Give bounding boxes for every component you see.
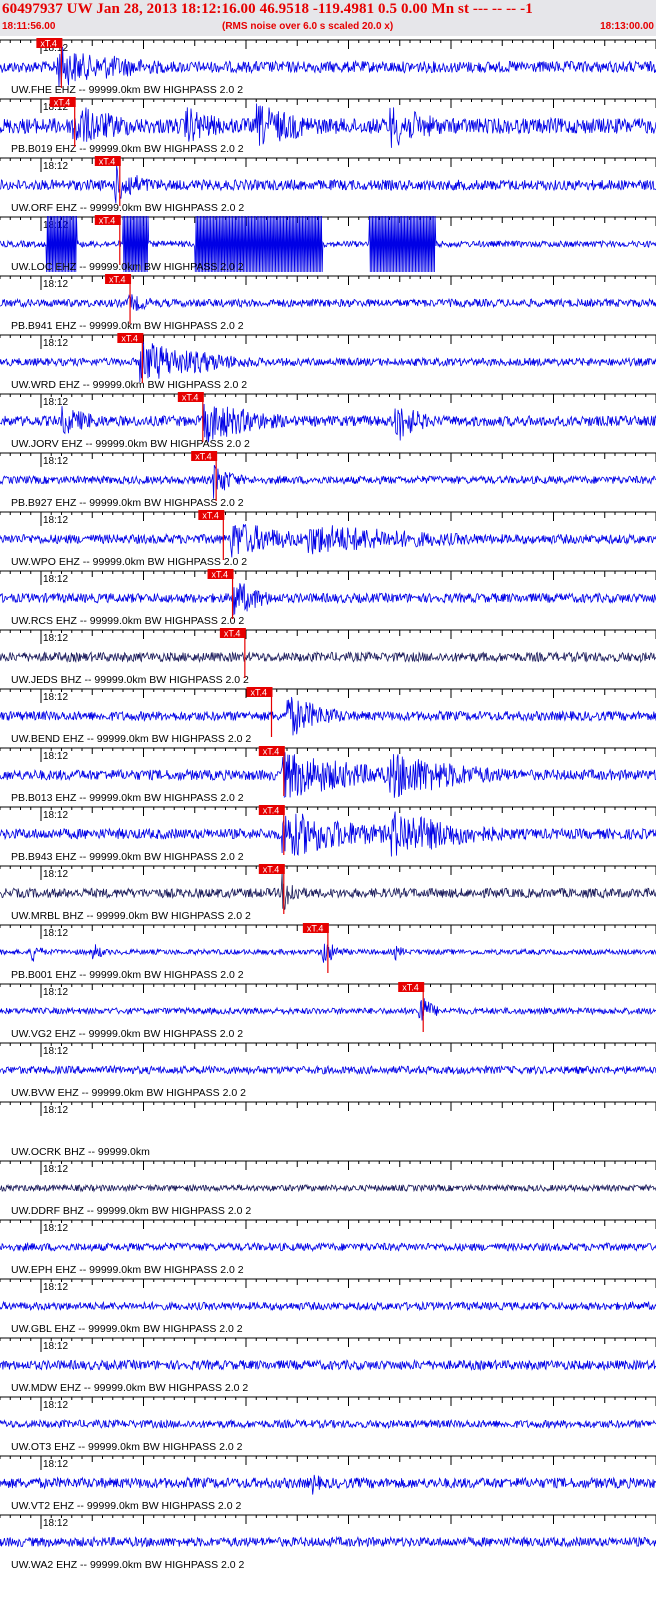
pick-label: xT.4 bbox=[251, 688, 268, 698]
station-label: UW.EPH EHZ -- 99999.0km BW HIGHPASS 2.0 … bbox=[11, 1264, 244, 1276]
minute-label: 18:12 bbox=[43, 869, 68, 880]
minute-label: 18:12 bbox=[43, 1518, 68, 1529]
pick-label: xT.4 bbox=[307, 924, 324, 934]
pick-label: xT.4 bbox=[195, 452, 212, 462]
minute-label: 18:12 bbox=[43, 1400, 68, 1411]
station-label: PB.B013 EHZ -- 99999.0km BW HIGHPASS 2.0… bbox=[11, 792, 244, 804]
station-label: PB.B941 EHZ -- 99999.0km BW HIGHPASS 2.0… bbox=[11, 320, 244, 332]
pick-label: xT.4 bbox=[40, 39, 57, 49]
waveform-trace bbox=[0, 341, 656, 383]
station-label: UW.WRD EHZ -- 99999.0km BW HIGHPASS 2.0 … bbox=[11, 379, 247, 391]
waveform-trace bbox=[0, 871, 656, 911]
waveform-trace bbox=[0, 998, 656, 1021]
minute-label: 18:12 bbox=[43, 1105, 68, 1116]
station-label: UW.WA2 EHZ -- 99999.0km BW HIGHPASS 2.0 … bbox=[11, 1559, 245, 1571]
minute-label: 18:12 bbox=[43, 279, 68, 290]
pick-label: xT.4 bbox=[54, 98, 71, 108]
minute-label: 18:12 bbox=[43, 574, 68, 585]
waveform-trace bbox=[0, 1474, 656, 1495]
pick-label: xT.4 bbox=[202, 511, 219, 521]
station-label: PB.B943 EHZ -- 99999.0km BW HIGHPASS 2.0… bbox=[11, 851, 244, 863]
station-label: UW.JEDS BHZ -- 99999.0km BW HIGHPASS 2.0… bbox=[11, 674, 249, 686]
minute-label: 18:12 bbox=[43, 751, 68, 762]
waveform-trace bbox=[0, 1358, 656, 1372]
waveform-trace bbox=[0, 524, 656, 558]
waveform-trace bbox=[0, 1183, 656, 1193]
waveform-trace bbox=[0, 752, 656, 798]
minute-label: 18:12 bbox=[43, 987, 68, 998]
seismogram-plot: 18:12 UW.FHE EHZ -- 99999.0km BW HIGHPASS… bbox=[0, 38, 656, 1571]
station-label: UW.VT2 EHZ -- 99999.0km BW HIGHPASS 2.0 … bbox=[11, 1500, 241, 1512]
minute-label: 18:12 bbox=[43, 928, 68, 939]
waveform-trace bbox=[0, 811, 656, 857]
waveform-trace bbox=[0, 103, 656, 148]
station-label: PB.B019 EHZ -- 99999.0km BW HIGHPASS 2.0… bbox=[11, 143, 244, 155]
pick-label: xT.4 bbox=[402, 983, 419, 993]
pick-label: xT.4 bbox=[263, 806, 280, 816]
waveform-trace bbox=[0, 46, 656, 88]
station-label: UW.ORF EHZ -- 99999.0km BW HIGHPASS 2.0 … bbox=[11, 202, 244, 214]
waveform-trace bbox=[0, 403, 656, 443]
waveform-trace bbox=[0, 1418, 656, 1430]
waveform-trace bbox=[0, 650, 656, 664]
station-label: UW.FHE EHZ -- 99999.0km BW HIGHPASS 2.0 … bbox=[11, 84, 243, 96]
minute-label: 18:12 bbox=[43, 397, 68, 408]
waveform-trace bbox=[0, 165, 656, 204]
pick-label: xT.4 bbox=[212, 570, 229, 580]
station-label: UW.DDRF BHZ -- 99999.0km BW HIGHPASS 2.0… bbox=[11, 1205, 251, 1217]
pick-label: xT.4 bbox=[99, 216, 116, 226]
station-label: UW.JORV EHZ -- 99999.0km BW HIGHPASS 2.0… bbox=[11, 438, 250, 450]
waveform-trace bbox=[0, 696, 656, 736]
station-label: UW.RCS EHZ -- 99999.0km BW HIGHPASS 2.0 … bbox=[11, 615, 244, 627]
station-label: UW.BEND EHZ -- 99999.0km BW HIGHPASS 2.0… bbox=[11, 733, 251, 745]
station-label: UW.GBL EHZ -- 99999.0km BW HIGHPASS 2.0 … bbox=[11, 1323, 243, 1335]
minute-label: 18:12 bbox=[43, 161, 68, 172]
minute-label: 18:12 bbox=[43, 1341, 68, 1352]
minute-label: 18:12 bbox=[43, 338, 68, 349]
minute-label: 18:12 bbox=[43, 633, 68, 644]
waveform-trace bbox=[0, 1064, 656, 1076]
end-time: 18:13:00.00 bbox=[600, 21, 654, 32]
pick-label: xT.4 bbox=[263, 747, 280, 757]
station-label: UW.WPO EHZ -- 99999.0km BW HIGHPASS 2.0 … bbox=[11, 556, 247, 568]
station-label: PB.B001 EHZ -- 99999.0km BW HIGHPASS 2.0… bbox=[11, 969, 244, 981]
pick-label: xT.4 bbox=[121, 334, 138, 344]
station-label: UW.OT3 EHZ -- 99999.0km BW HIGHPASS 2.0 … bbox=[11, 1441, 243, 1453]
minute-label: 18:12 bbox=[43, 810, 68, 821]
station-label: PB.B927 EHZ -- 99999.0km BW HIGHPASS 2.0… bbox=[11, 497, 244, 509]
minute-label: 18:12 bbox=[43, 456, 68, 467]
pick-label: xT.4 bbox=[224, 629, 241, 639]
pick-label: xT.4 bbox=[263, 865, 280, 875]
station-label: UW.OCRK BHZ -- 99999.0km bbox=[11, 1146, 150, 1158]
start-time: 18:11:56.00 bbox=[2, 21, 56, 32]
waveform-trace bbox=[0, 1535, 656, 1549]
rms-note: (RMS noise over 6.0 s scaled 20.0 x) bbox=[222, 21, 394, 32]
pick-label: xT.4 bbox=[182, 393, 199, 403]
waveform-trace bbox=[0, 583, 656, 616]
station-label: UW.BVW EHZ -- 99999.0km BW HIGHPASS 2.0 … bbox=[11, 1087, 246, 1099]
minute-label: 18:12 bbox=[43, 692, 68, 703]
waveform-trace bbox=[0, 464, 656, 499]
event-title: 60497937 UW Jan 28, 2013 18:12:16.00 46.… bbox=[2, 1, 533, 17]
minute-label: 18:12 bbox=[43, 1282, 68, 1293]
station-label: UW.VG2 EHZ -- 99999.0km BW HIGHPASS 2.0 … bbox=[11, 1028, 243, 1040]
waveform-trace bbox=[0, 1300, 656, 1312]
minute-label: 18:12 bbox=[43, 1164, 68, 1175]
minute-label: 18:12 bbox=[43, 1223, 68, 1234]
station-label: UW.LOC EHZ -- 99999.0km BW HIGHPASS 2.0 … bbox=[11, 261, 244, 273]
waveform-trace bbox=[0, 1241, 656, 1253]
pick-label: xT.4 bbox=[109, 275, 126, 285]
waveform-trace bbox=[0, 294, 656, 311]
minute-label: 18:12 bbox=[43, 1046, 68, 1057]
pick-label: xT.4 bbox=[99, 157, 116, 167]
station-label: UW.MDW EHZ -- 99999.0km BW HIGHPASS 2.0 … bbox=[11, 1382, 248, 1394]
minute-label: 18:12 bbox=[43, 1459, 68, 1470]
minute-label: 18:12 bbox=[43, 515, 68, 526]
station-label: UW.MRBL BHZ -- 99999.0km BW HIGHPASS 2.0… bbox=[11, 910, 251, 922]
header-bar: 60497937 UW Jan 28, 2013 18:12:16.00 46.… bbox=[0, 0, 656, 36]
